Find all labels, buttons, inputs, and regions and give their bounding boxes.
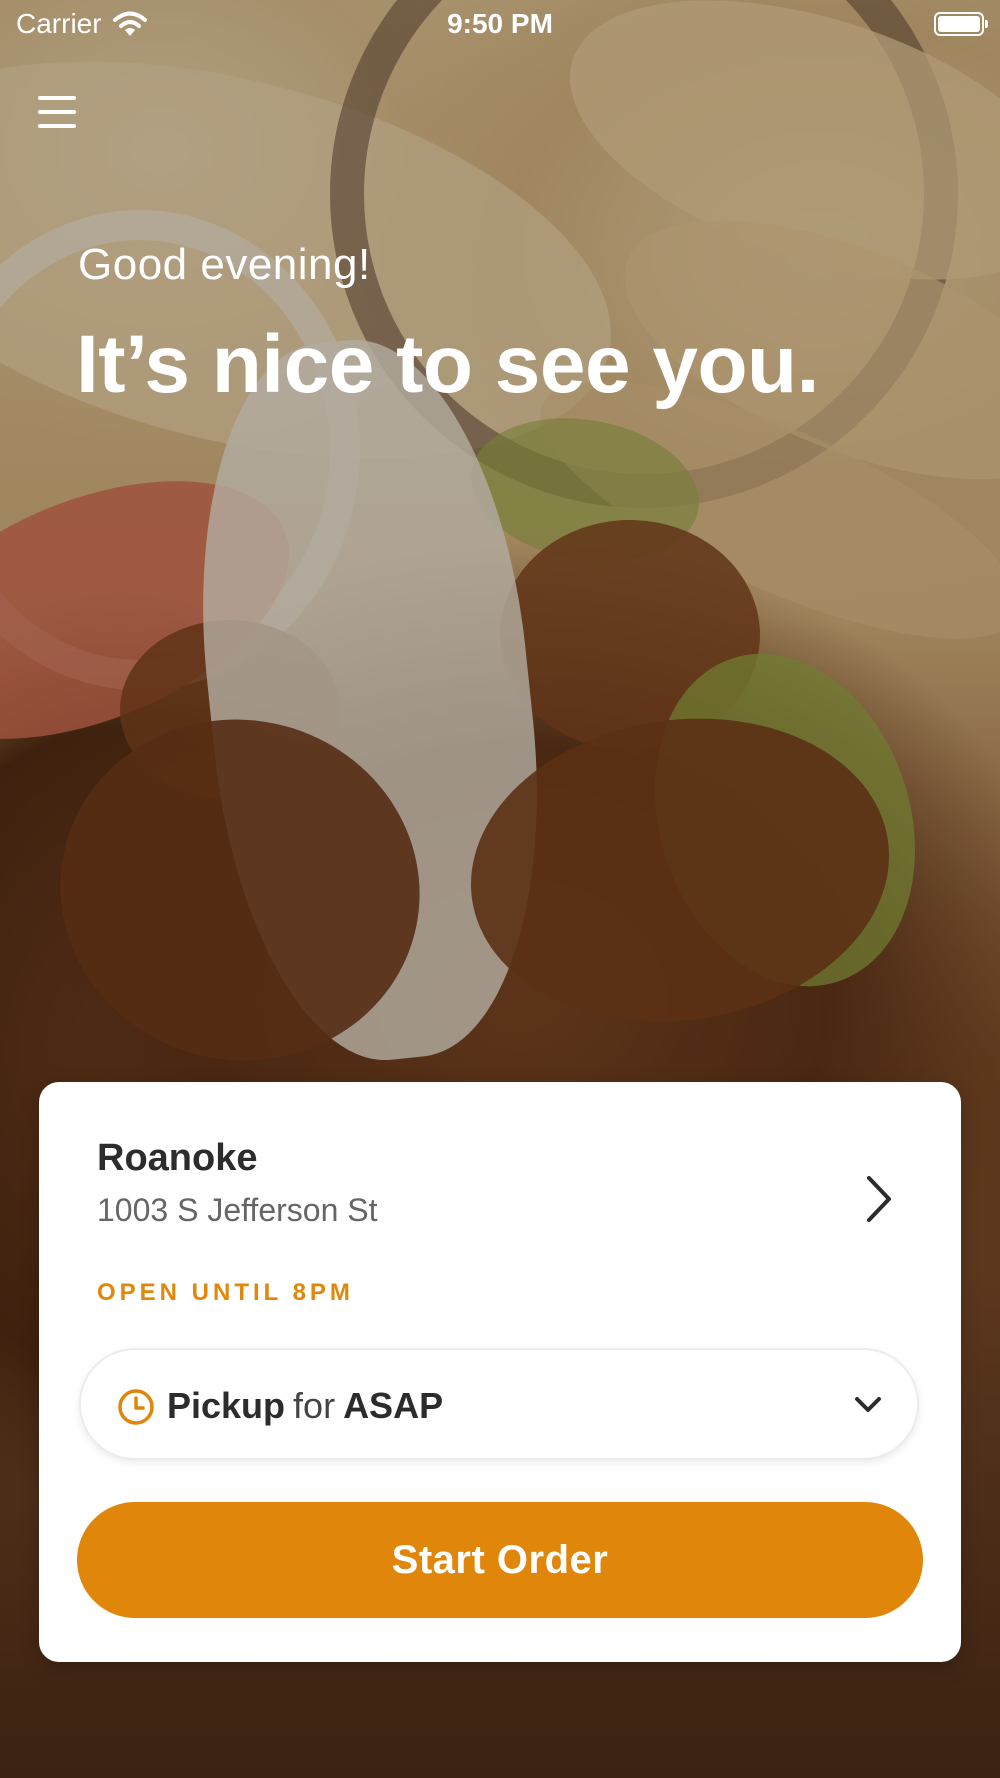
- order-card: Roanoke 1003 S Jefferson St OPEN UNTIL 8…: [39, 1082, 961, 1662]
- chevron-down-icon: [855, 1397, 881, 1412]
- greeting-text: Good evening!: [78, 240, 371, 289]
- hours-status: OPEN UNTIL 8PM: [97, 1279, 354, 1306]
- order-mode-label: Pickup: [167, 1385, 286, 1426]
- chevron-right-icon[interactable]: [861, 1172, 897, 1226]
- location-address: 1003 S Jefferson St: [97, 1192, 378, 1228]
- screen: Carrier 9:50 PM Good evening! It’s nice …: [0, 0, 1000, 1778]
- menu-line: [38, 96, 76, 100]
- battery-fill: [938, 16, 980, 32]
- status-bar: Carrier 9:50 PM: [0, 0, 1000, 50]
- hamburger-menu-icon[interactable]: [36, 92, 80, 132]
- pickup-time-selector[interactable]: Pickup for ASAP: [79, 1348, 919, 1460]
- location-name: Roanoke: [97, 1137, 258, 1179]
- order-time-label: ASAP: [343, 1385, 444, 1426]
- clock-icon: [118, 1389, 154, 1425]
- headline-text: It’s nice to see you.: [76, 319, 819, 410]
- status-time: 9:50 PM: [447, 8, 553, 39]
- location-selector[interactable]: Roanoke 1003 S Jefferson St: [97, 1137, 897, 1229]
- menu-line: [38, 110, 76, 114]
- menu-line: [38, 124, 76, 128]
- start-order-button[interactable]: Start Order: [77, 1502, 923, 1618]
- battery-icon: [934, 12, 988, 36]
- pickup-text: Pickup for ASAP: [167, 1385, 443, 1427]
- order-mode-connector: for: [293, 1385, 336, 1426]
